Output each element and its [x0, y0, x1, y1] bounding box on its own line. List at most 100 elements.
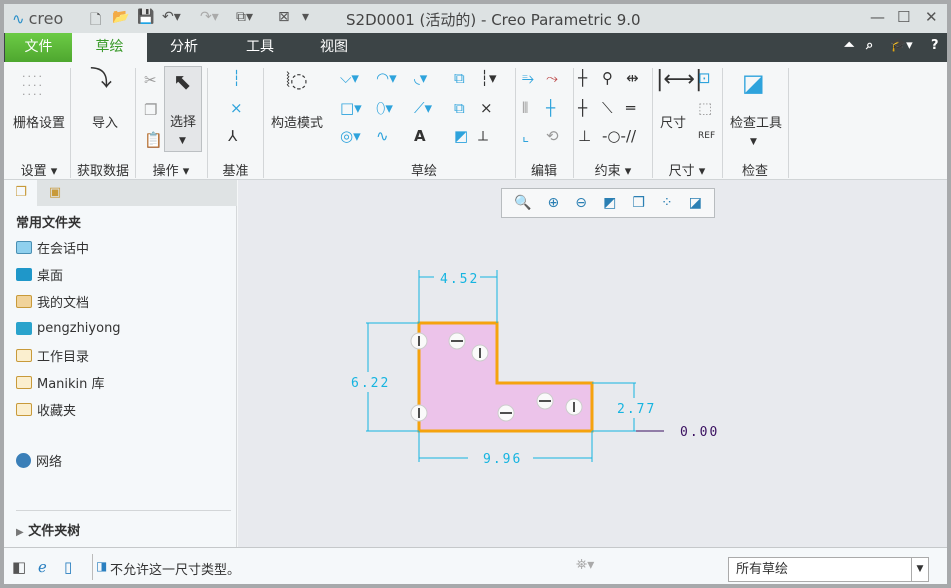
- construction-mode-button[interactable]: 构造模式: [266, 112, 328, 131]
- navigator-tabs: ❐ ▣: [5, 180, 237, 206]
- delete-segment-icon[interactable]: ⤳: [546, 70, 558, 86]
- coincident-icon[interactable]: ⟍: [602, 100, 613, 116]
- mirror-icon[interactable]: ⫴: [522, 100, 528, 116]
- group-constrain[interactable]: 约束 ▾: [574, 160, 652, 179]
- collapse-ribbon-icon[interactable]: ⏶: [844, 38, 854, 53]
- ellipse-icon[interactable]: ⬯▾: [376, 100, 393, 116]
- status-message: 不允许这一尺寸类型。: [110, 563, 241, 578]
- graphics-area[interactable]: 🔍 ⊕ ⊖ ◩ ❒ ⁘ ◪ 4.52 6.22 2.77 9.96 0.00: [238, 180, 947, 547]
- midpoint-icon[interactable]: ⇹: [626, 70, 639, 86]
- list-item[interactable]: 在会话中: [16, 237, 89, 257]
- thicken-icon[interactable]: ⧉: [454, 100, 465, 116]
- close-window-icon[interactable]: ⊠: [278, 9, 290, 25]
- baseline-icon[interactable]: ⬚: [698, 100, 712, 116]
- search-icon[interactable]: ⌕: [866, 38, 873, 53]
- rotate-resize-icon[interactable]: ⟲: [546, 128, 559, 144]
- paste-icon[interactable]: 📋: [144, 132, 163, 148]
- grid-settings-button[interactable]: 栅格设置: [8, 112, 70, 131]
- tab-tools[interactable]: 工具: [230, 33, 290, 62]
- horizontal-constraint-icon[interactable]: ┼: [578, 100, 587, 116]
- folder-tree-label: 文件夹树: [28, 524, 81, 539]
- perimeter-icon[interactable]: ⊡: [698, 70, 711, 86]
- symmetric-icon[interactable]: -○-: [602, 128, 626, 144]
- list-item[interactable]: 收藏夹: [16, 399, 76, 419]
- regenerate-icon[interactable]: ⧉▾: [236, 9, 253, 25]
- folder-tree-toggle[interactable]: ▶ 文件夹树: [16, 520, 80, 539]
- intersect-icon[interactable]: ×: [480, 100, 493, 116]
- point-icon[interactable]: ×: [230, 100, 243, 116]
- redo-icon[interactable]: ↷▾: [200, 9, 219, 25]
- close-button[interactable]: ✕: [925, 8, 938, 26]
- maximize-button[interactable]: ☐: [897, 8, 910, 26]
- open-folder-icon[interactable]: 📂: [112, 9, 129, 25]
- project-icon[interactable]: ⟂: [478, 128, 488, 144]
- cut-icon[interactable]: ✂: [144, 72, 157, 88]
- favorites-tab[interactable]: ▣: [39, 180, 71, 206]
- tab-sketch[interactable]: 草绘: [72, 33, 147, 62]
- horizontal-constraint-icon: [536, 392, 554, 410]
- vertical-constraint-icon[interactable]: ┼: [578, 70, 587, 86]
- list-item[interactable]: Manikin 库: [16, 372, 105, 392]
- modify-icon[interactable]: ⥱: [522, 70, 534, 86]
- grid-icon[interactable]: ···· ···· ····: [22, 71, 44, 100]
- network-item[interactable]: 网络: [16, 450, 62, 470]
- browser-icon[interactable]: ℯ: [38, 558, 47, 576]
- inspect-dropdown-icon[interactable]: ▼: [750, 134, 757, 150]
- inspect-tools-button[interactable]: 检查工具: [724, 112, 788, 131]
- circle-icon[interactable]: ◎▾: [340, 128, 361, 144]
- new-file-icon[interactable]: 🗋: [90, 9, 101, 33]
- inspect-icon[interactable]: ◪: [742, 70, 765, 96]
- construction-mode-icon[interactable]: ⦚◌: [286, 70, 308, 90]
- chamfer-icon[interactable]: ⟋▾: [414, 100, 432, 116]
- offset-icon[interactable]: ⧉: [454, 70, 465, 86]
- copy-icon[interactable]: ❐: [144, 102, 157, 118]
- dimension-icon[interactable]: |⟷|: [656, 69, 702, 91]
- list-item[interactable]: 我的文档: [16, 291, 89, 311]
- customize-toolbar-icon[interactable]: ▾: [302, 9, 309, 25]
- undo-icon[interactable]: ↶▾: [162, 9, 181, 25]
- list-item[interactable]: 工作目录: [16, 345, 89, 365]
- dimension-button[interactable]: 尺寸: [654, 112, 692, 131]
- palette-icon[interactable]: ◩: [454, 128, 468, 144]
- perpendicular-icon[interactable]: ⊥: [578, 128, 591, 144]
- line-icon[interactable]: ⌵▾: [340, 70, 359, 86]
- fillet-icon[interactable]: ◟▾: [414, 70, 427, 86]
- tab-view[interactable]: 视图: [304, 33, 364, 62]
- import-button[interactable]: 导入: [76, 112, 134, 131]
- centerline-icon[interactable]: ┆: [232, 70, 241, 86]
- full-screen-icon[interactable]: ▯: [64, 558, 72, 576]
- list-item[interactable]: pengzhiyong: [16, 318, 121, 338]
- arc-icon[interactable]: ◠▾: [376, 70, 397, 86]
- text-icon[interactable]: A: [414, 128, 426, 144]
- spline-icon[interactable]: ∿: [376, 128, 389, 144]
- list-item[interactable]: 桌面: [16, 264, 63, 284]
- group-settings[interactable]: 设置 ▾: [8, 160, 70, 179]
- model-tree-tab[interactable]: ❐: [5, 180, 37, 206]
- show-navigator-icon[interactable]: ◧: [12, 558, 26, 576]
- minimize-button[interactable]: —: [870, 8, 885, 26]
- parallel-icon[interactable]: //: [626, 128, 636, 144]
- find-icon[interactable]: ⛯▾: [576, 557, 594, 573]
- tab-file[interactable]: 文件: [5, 33, 72, 62]
- group-operations[interactable]: 操作 ▾: [136, 160, 206, 179]
- group-constrain-label: 约束: [594, 164, 621, 179]
- save-icon[interactable]: 💾: [137, 9, 154, 25]
- select-button[interactable]: ⬉ 选择 ▼: [164, 66, 202, 152]
- corner-icon[interactable]: ⌞: [522, 128, 529, 144]
- reference-icon[interactable]: REF: [698, 128, 715, 144]
- group-dimension[interactable]: 尺寸 ▾: [652, 160, 722, 179]
- equal-icon[interactable]: ═: [626, 100, 635, 116]
- coordinate-system-icon[interactable]: ⅄: [228, 128, 237, 144]
- help-icon[interactable]: ?: [931, 38, 939, 53]
- rectangle-icon[interactable]: □▾: [340, 100, 362, 116]
- item-label: pengzhiyong: [37, 320, 121, 336]
- group-get-data: 获取数据: [76, 164, 129, 179]
- more-icon[interactable]: ┆▾: [480, 70, 497, 86]
- navigator-panel: ❐ ▣ 常用文件夹 在会话中 桌面 我的文档 pengzhiyong 工作目录 …: [5, 180, 237, 547]
- tab-analysis[interactable]: 分析: [154, 33, 214, 62]
- tangent-icon[interactable]: ⚲: [602, 70, 613, 86]
- import-icon[interactable]: ⤵: [90, 69, 112, 91]
- filter-dropdown[interactable]: 所有草绘 ▼: [728, 557, 929, 582]
- divide-icon[interactable]: ┼: [546, 100, 555, 116]
- learning-icon[interactable]: 🎓▾: [890, 38, 913, 53]
